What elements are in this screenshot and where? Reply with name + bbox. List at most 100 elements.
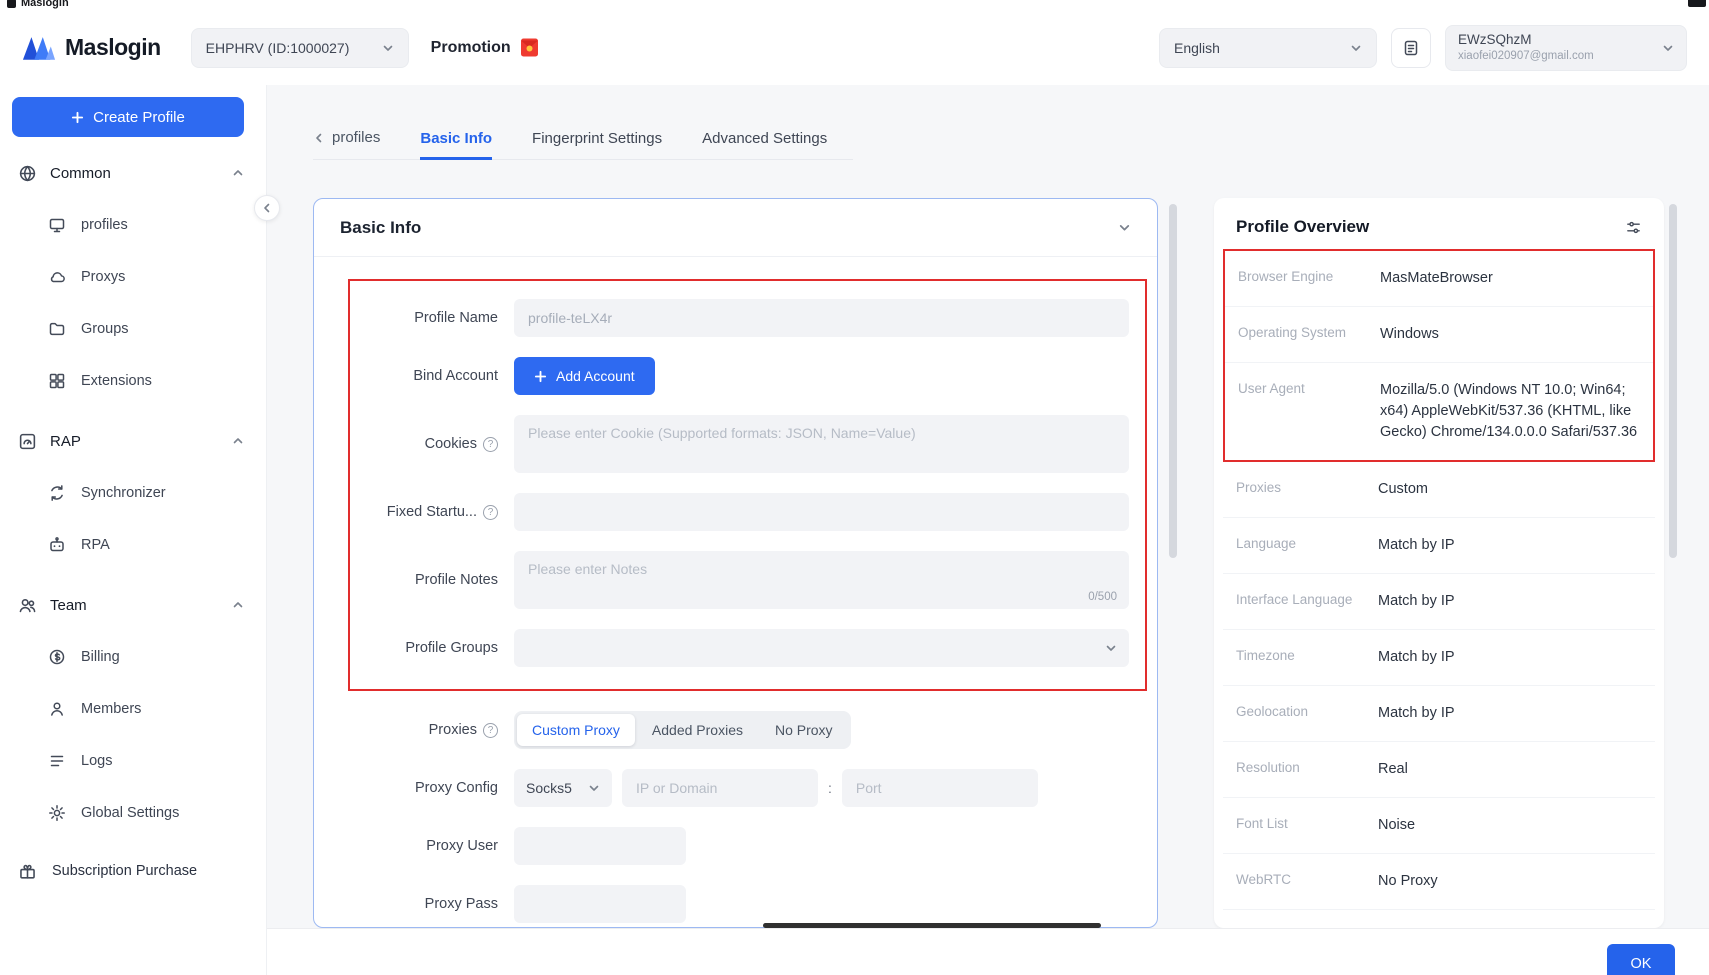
page-scrollbar-thumb[interactable]	[1669, 204, 1677, 558]
add-account-button[interactable]: Add Account	[514, 357, 655, 395]
proxy-separator: :	[828, 780, 832, 796]
sidebar-section-label: RAP	[50, 433, 81, 450]
profile-groups-select[interactable]	[514, 629, 1129, 667]
sidebar-item-billing[interactable]: Billing	[0, 631, 266, 683]
sidebar-item-logs[interactable]: Logs	[0, 735, 266, 787]
sidebar-item-members[interactable]: Members	[0, 683, 266, 735]
proxy-user-input[interactable]	[514, 827, 686, 865]
proxy-protocol-select[interactable]: Socks5	[514, 769, 612, 807]
cloud-icon	[48, 268, 66, 286]
cookies-textarea[interactable]	[514, 415, 1129, 473]
collapse-chevron-icon[interactable]	[1118, 221, 1131, 234]
notes-button[interactable]	[1391, 28, 1431, 68]
sidebar-item-synchronizer[interactable]: Synchronizer	[0, 467, 266, 519]
proxy-mode-no-proxy[interactable]: No Proxy	[760, 714, 848, 746]
workspace-selector[interactable]: EHPHRV (ID:1000027)	[191, 28, 409, 68]
sidebar-section-common[interactable]: Common	[0, 147, 266, 199]
gift-icon	[18, 862, 37, 881]
back-link-label: profiles	[332, 129, 380, 146]
overview-rows: Proxies Custom Language Match by IP Inte…	[1223, 462, 1655, 910]
sidebar-section-label: Common	[50, 165, 111, 182]
profile-notes-row: Profile Notes 0/500	[360, 551, 1135, 609]
help-icon[interactable]: ?	[483, 505, 498, 520]
overview-row-value: No Proxy	[1378, 871, 1642, 892]
sidebar-item-label: Logs	[81, 753, 112, 769]
basic-info-card: Basic Info Profile Name	[313, 198, 1158, 928]
create-profile-label: Create Profile	[93, 109, 185, 126]
fixed-startup-row: Fixed Startu... ?	[360, 493, 1135, 531]
horizontal-scrollbar-thumb[interactable]	[763, 923, 1101, 928]
proxy-protocol-value: Socks5	[526, 780, 572, 796]
sliders-icon[interactable]	[1625, 219, 1642, 236]
proxy-ip-input[interactable]	[622, 769, 818, 807]
help-icon[interactable]: ?	[483, 723, 498, 738]
overview-row-label: User Agent	[1238, 380, 1380, 396]
promotion-link[interactable]: Promotion	[431, 37, 539, 58]
overview-row: Browser Engine MasMateBrowser	[1225, 251, 1653, 307]
sidebar-item-label: Members	[81, 701, 141, 717]
plus-icon	[71, 111, 84, 124]
sidebar-collapse-button[interactable]	[254, 195, 280, 221]
workspace-selector-value: EHPHRV (ID:1000027)	[206, 40, 350, 56]
content-area: Basic Info Profile Name	[313, 198, 1709, 975]
overview-row-value: Mozilla/5.0 (Windows NT 10.0; Win64; x64…	[1380, 380, 1640, 443]
sidebar-item-label: profiles	[81, 217, 128, 233]
tab-advanced-settings[interactable]: Advanced Settings	[702, 130, 827, 160]
coin-icon	[48, 648, 66, 666]
overview-row: WebRTC No Proxy	[1223, 854, 1655, 910]
proxy-pass-input[interactable]	[514, 885, 686, 923]
profile-name-input[interactable]	[514, 299, 1129, 337]
fixed-startup-input[interactable]	[514, 493, 1129, 531]
window-controls[interactable]	[1688, 0, 1706, 7]
sidebar-section-team[interactable]: Team	[0, 579, 266, 631]
red-envelope-icon	[520, 37, 539, 58]
overview-row-value: Windows	[1380, 324, 1640, 345]
back-to-profiles-link[interactable]: profiles	[313, 129, 380, 159]
card-title: Basic Info	[340, 218, 421, 238]
robot-icon	[48, 536, 66, 554]
overview-row-label: Browser Engine	[1238, 268, 1380, 284]
sidebar-item-rpa[interactable]: RPA	[0, 519, 266, 571]
proxy-config-label: Proxy Config	[360, 780, 498, 796]
tab-bar: profiles Basic Info Fingerprint Settings…	[313, 129, 853, 160]
create-profile-button[interactable]: Create Profile	[12, 97, 244, 137]
gear-icon	[48, 804, 66, 822]
chevron-up-icon	[232, 599, 244, 611]
tab-basic-info[interactable]: Basic Info	[420, 130, 492, 160]
sidebar: Create Profile Common profiles	[0, 85, 267, 975]
proxy-mode-added-proxies[interactable]: Added Proxies	[637, 714, 758, 746]
chevron-left-icon	[313, 132, 325, 144]
sidebar-item-global-settings[interactable]: Global Settings	[0, 787, 266, 839]
user-info: EWzSQhzM xiaofei020907@gmail.com	[1458, 32, 1652, 63]
language-selector[interactable]: English	[1159, 28, 1377, 68]
sidebar-item-groups[interactable]: Groups	[0, 303, 266, 355]
fixed-startup-label: Fixed Startu...	[387, 504, 477, 520]
vertical-scrollbar-thumb[interactable]	[1169, 204, 1177, 558]
help-icon[interactable]: ?	[483, 437, 498, 452]
tab-fingerprint-settings[interactable]: Fingerprint Settings	[532, 130, 662, 160]
sidebar-item-proxys[interactable]: Proxys	[0, 251, 266, 303]
sidebar-item-label: RPA	[81, 537, 110, 553]
profile-notes-textarea[interactable]	[514, 551, 1129, 609]
profile-name-label: Profile Name	[360, 310, 498, 326]
sidebar-item-profiles[interactable]: profiles	[0, 199, 266, 251]
profile-groups-row: Profile Groups	[360, 629, 1135, 667]
sidebar-item-subscription-purchase[interactable]: Subscription Purchase	[0, 845, 266, 897]
proxy-port-input[interactable]	[842, 769, 1038, 807]
profile-groups-label: Profile Groups	[360, 640, 498, 656]
sidebar-section-rap[interactable]: RAP	[0, 415, 266, 467]
overview-row: Language Match by IP	[1223, 518, 1655, 574]
overview-row-value: MasMateBrowser	[1380, 268, 1640, 289]
overview-row: Interface Language Match by IP	[1223, 574, 1655, 630]
favicon	[7, 0, 16, 8]
proxy-mode-custom-proxy[interactable]: Custom Proxy	[517, 714, 635, 746]
chevron-down-icon	[1350, 42, 1362, 54]
sidebar-section-label: Team	[50, 597, 87, 614]
ok-button[interactable]: OK	[1607, 944, 1675, 975]
sidebar-item-label: Global Settings	[81, 805, 179, 821]
bind-account-row: Bind Account Add Account	[360, 357, 1135, 395]
proxy-pass-label: Proxy Pass	[360, 896, 498, 912]
sidebar-item-extensions[interactable]: Extensions	[0, 355, 266, 407]
highlight-box-form: Profile Name Bind Account	[348, 279, 1147, 691]
user-account-menu[interactable]: EWzSQhzM xiaofei020907@gmail.com	[1445, 25, 1687, 71]
